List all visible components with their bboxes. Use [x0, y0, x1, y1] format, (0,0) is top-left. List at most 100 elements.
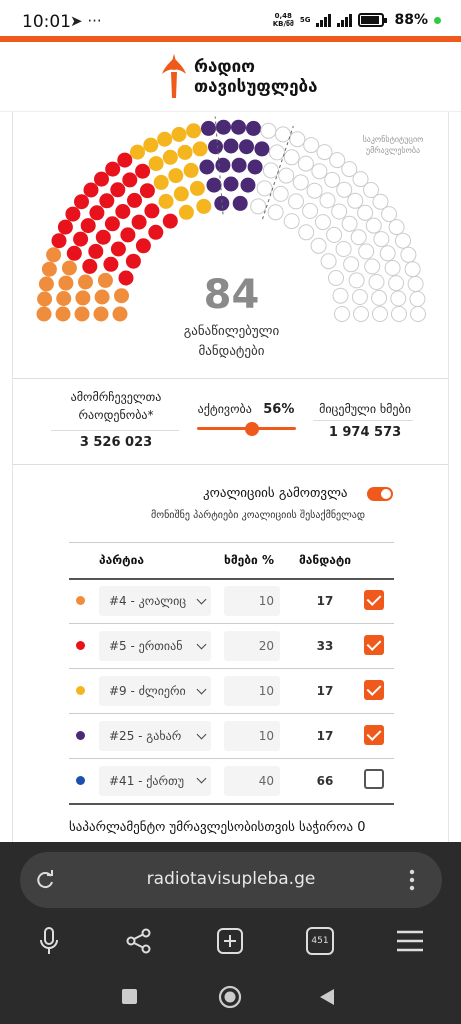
seat-empty	[283, 213, 300, 230]
seat-purple	[206, 177, 222, 193]
seat-purple	[231, 157, 247, 173]
url-text[interactable]: radiotavisupleba.ge	[20, 869, 442, 889]
party-select[interactable]: #9 - ძლიერი	[99, 676, 211, 706]
seat-yellow	[189, 180, 205, 196]
seat-empty	[269, 144, 285, 161]
mandates-value: 17	[296, 713, 354, 759]
turnout-stat: აქტივობა 56%	[191, 400, 301, 419]
divider	[13, 378, 448, 379]
seat-yellow	[183, 162, 199, 178]
seat-empty	[292, 174, 309, 191]
seat-red	[110, 182, 126, 198]
seat-empty	[275, 126, 291, 143]
coalition-checkbox[interactable]	[364, 634, 384, 655]
seat-empty	[306, 182, 323, 199]
seat-red	[83, 182, 99, 198]
system-navigation	[0, 964, 461, 1024]
table-header: პარტია ხმები % მანდატი	[69, 542, 394, 580]
more-menu-icon[interactable]	[408, 868, 416, 892]
coalition-toggle[interactable]	[367, 487, 393, 501]
seat-empty	[343, 256, 360, 273]
votes-pct-input[interactable]: 10	[224, 586, 280, 617]
seat-red	[162, 213, 178, 229]
votes-pct-input[interactable]: 20	[224, 631, 280, 661]
microphone-icon[interactable]	[38, 926, 60, 956]
party-select-label: #4 - კოალიც	[109, 594, 187, 609]
votes-value: 1 974 573	[328, 425, 402, 440]
back-icon[interactable]	[318, 988, 336, 1006]
seat-empty	[297, 155, 314, 172]
hamburger-menu-icon[interactable]	[396, 929, 424, 953]
seat-yellow	[148, 156, 164, 172]
seat-yellow	[178, 204, 194, 220]
party-select[interactable]: #41 - ქართუ	[99, 765, 211, 796]
party-table: პარტია ხმები % მანდატი #4 - კოალიც 10 17 #5…	[69, 542, 394, 805]
seat-red	[117, 152, 133, 168]
party-select-label: #25 - გახარ	[109, 729, 182, 743]
seat-purple	[215, 157, 231, 173]
seat-yellow	[173, 186, 189, 202]
status-bar: 10:01 ➤ ··· 0,48 KB/წმ 5G 88%	[0, 0, 461, 36]
header-party: პარტია	[69, 542, 224, 580]
status-right: 0,48 KB/წმ 5G 88%	[273, 12, 441, 28]
party-select[interactable]: #25 - გახარ	[99, 721, 211, 751]
seat-empty	[319, 192, 336, 209]
seat-purple	[201, 120, 216, 136]
coalition-checkbox[interactable]	[364, 769, 384, 790]
browser-address-bar: radiotavisupleba.ge	[0, 842, 461, 920]
seat-red	[103, 256, 119, 272]
seat-red	[127, 192, 142, 208]
url-field[interactable]: radiotavisupleba.ge	[20, 852, 442, 908]
seat-red	[122, 172, 138, 188]
tab-switcher-icon[interactable]: 451	[306, 927, 334, 955]
voters-value: 3 526 023	[79, 435, 153, 450]
table-row: #25 - გახარ 10 17	[69, 713, 394, 759]
coalition-checkbox[interactable]	[364, 679, 384, 700]
party-select-label: #5 - ერთიან	[109, 639, 183, 653]
seat-empty	[310, 237, 327, 254]
share-icon[interactable]	[126, 928, 152, 954]
seat-purple	[199, 159, 215, 175]
seat-purple	[231, 119, 246, 135]
table-row: #5 - ერთიან 20 33	[69, 623, 394, 669]
turnout-slider-handle[interactable]	[245, 422, 260, 436]
votes-pct-input[interactable]: 10	[224, 676, 280, 706]
votes-stat: მიცემული ხმები	[309, 400, 421, 418]
seat-red	[135, 238, 151, 254]
party-color-dot	[76, 731, 85, 740]
seat-yellow	[153, 174, 169, 190]
battery-icon	[358, 13, 388, 27]
seat-empty	[272, 185, 289, 202]
seat-red	[115, 204, 131, 219]
seat-yellow	[192, 141, 208, 157]
seat-empty	[357, 204, 374, 221]
seat-red	[95, 229, 111, 245]
seat-empty	[267, 204, 284, 221]
votes-pct-input[interactable]: 40	[224, 765, 280, 796]
votes-pct-input[interactable]: 10	[224, 721, 280, 751]
majority-text: საპარლამენტო უმრავლესობისთვის საჭიროა 0	[69, 820, 366, 835]
signal-icon	[316, 13, 332, 27]
chevron-down-icon	[196, 594, 207, 605]
seat-empty	[395, 232, 411, 249]
seat-purple	[247, 159, 263, 175]
new-tab-icon[interactable]	[216, 927, 244, 955]
party-select[interactable]: #4 - კოალიც	[99, 586, 211, 617]
seat-empty	[373, 231, 390, 248]
seat-empty	[324, 171, 341, 188]
coalition-checkbox[interactable]	[364, 724, 384, 745]
seat-yellow	[143, 137, 159, 153]
coalition-checkbox[interactable]	[364, 589, 384, 610]
site-header: რადიო თავისუფლება	[0, 42, 461, 112]
home-icon[interactable]	[218, 985, 242, 1009]
party-select[interactable]: #5 - ერთიან	[99, 631, 211, 661]
logo-line1: რადიო	[194, 57, 256, 77]
seat-red	[148, 224, 164, 240]
recents-icon[interactable]	[122, 989, 137, 1004]
seat-yellow	[168, 168, 184, 184]
site-logo[interactable]: რადიო თავისუფლება	[158, 54, 318, 100]
mandates-value: 33	[296, 623, 354, 669]
seat-yellow	[130, 144, 145, 160]
voters-label-1: ამომრჩეველთა	[70, 390, 162, 404]
seat-red	[105, 161, 121, 177]
